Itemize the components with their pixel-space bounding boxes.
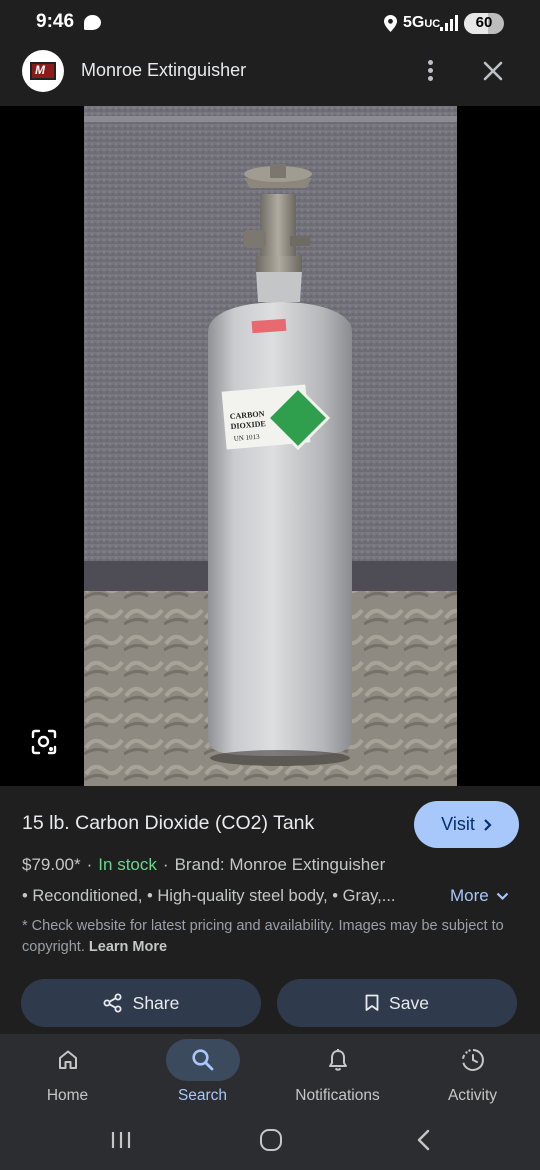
- status-bar: 9:46 5GUC 60: [0, 0, 540, 46]
- activity-icon: [436, 1039, 510, 1081]
- nav-activity[interactable]: Activity: [405, 1034, 540, 1118]
- status-time: 9:46: [36, 11, 75, 32]
- chat-bubble-icon: [84, 15, 101, 30]
- location-icon: [384, 15, 397, 32]
- home-icon: [31, 1039, 105, 1081]
- product-image[interactable]: CARBON DIOXIDE UN 1013: [84, 106, 457, 786]
- learn-more-link[interactable]: Learn More: [89, 939, 167, 955]
- nav-notifications[interactable]: Notifications: [270, 1034, 405, 1118]
- more-button[interactable]: More: [450, 886, 509, 906]
- product-meta: $79.00* · In stock · Brand: Monroe Extinguis…: [22, 855, 386, 874]
- nav-activity-label: Activity: [447, 1087, 498, 1104]
- co2-tank-photo: CARBON DIOXIDE UN 1013: [84, 106, 457, 786]
- nav-notifications-label: Notifications: [295, 1087, 380, 1104]
- chevron-right-icon: [484, 818, 492, 831]
- save-label: Save: [389, 992, 429, 1013]
- lens-search-icon[interactable]: [30, 728, 58, 756]
- visit-label: Visit: [441, 814, 475, 834]
- image-viewer: CARBON DIOXIDE UN 1013: [0, 106, 540, 786]
- brand: Brand: Monroe Extinguisher: [174, 855, 386, 874]
- network-indicator: 5GUC: [403, 14, 441, 31]
- close-icon[interactable]: [478, 56, 508, 86]
- signal-icon: [440, 15, 458, 31]
- site-logo[interactable]: M: [22, 50, 64, 92]
- product-info-panel: 15 lb. Carbon Dioxide (CO2) Tank Visit $…: [0, 786, 540, 1034]
- search-icon: [165, 1039, 240, 1081]
- product-title[interactable]: 15 lb. Carbon Dioxide (CO2) Tank: [22, 812, 314, 835]
- share-label: Share: [132, 992, 180, 1013]
- stock-status: In stock: [98, 855, 157, 874]
- nav-home-label: Home: [46, 1087, 89, 1104]
- save-button[interactable]: Save: [277, 979, 517, 1027]
- battery-percent: 60: [475, 14, 493, 31]
- chevron-down-icon: [496, 892, 509, 900]
- nav-search-label: Search: [177, 1087, 228, 1104]
- nav-search[interactable]: Search: [135, 1034, 270, 1118]
- recent-apps-icon[interactable]: [111, 1131, 131, 1149]
- site-name[interactable]: Monroe Extinguisher: [81, 60, 246, 81]
- nav-home[interactable]: Home: [0, 1034, 135, 1118]
- bottom-nav: Home Search Notifications Activity: [0, 1034, 540, 1118]
- result-header: M Monroe Extinguisher: [0, 46, 540, 106]
- price: $79.00*: [22, 855, 81, 874]
- more-vert-icon[interactable]: [420, 57, 440, 85]
- visit-button[interactable]: Visit: [414, 801, 519, 848]
- disclaimer: * Check website for latest pricing and a…: [22, 916, 512, 958]
- battery-icon: 60: [464, 13, 504, 34]
- product-features: • Reconditioned, • High-quality steel bo…: [22, 887, 396, 905]
- home-button-icon[interactable]: [260, 1129, 282, 1151]
- system-nav-bar: [0, 1118, 540, 1170]
- share-button[interactable]: Share: [21, 979, 261, 1027]
- bookmark-icon: [365, 994, 379, 1011]
- logo-mark: M: [30, 62, 56, 80]
- back-icon[interactable]: [414, 1129, 434, 1151]
- bell-icon: [301, 1039, 375, 1081]
- more-label: More: [450, 886, 489, 905]
- share-icon: [103, 993, 122, 1013]
